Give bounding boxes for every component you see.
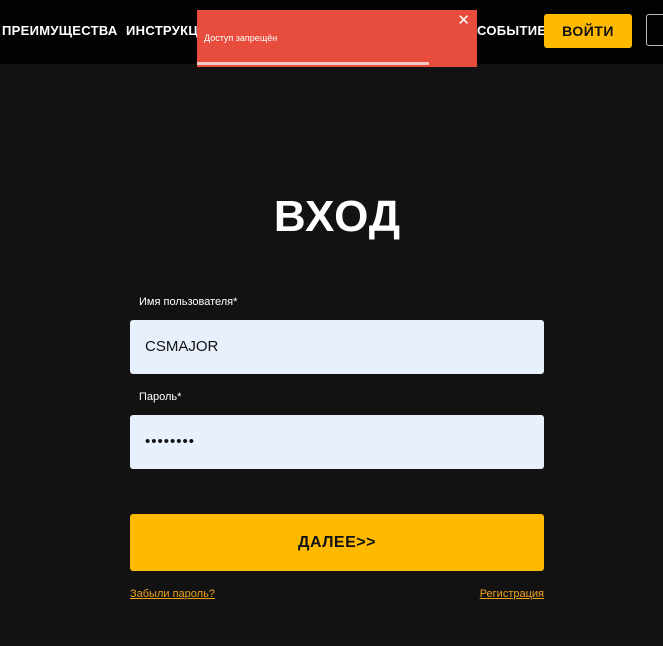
forgot-password-link[interactable]: Забыли пароль?	[130, 588, 215, 600]
login-button[interactable]: ВОЙТИ	[544, 14, 632, 48]
toast-message: Доступ запрещён	[204, 33, 278, 43]
password-field[interactable]	[130, 415, 544, 469]
username-label: Имя пользователя*	[139, 296, 238, 308]
register-link[interactable]: Регистрация	[480, 588, 544, 600]
username-field[interactable]	[130, 320, 544, 374]
toast-progress-bar	[197, 62, 477, 65]
nav-item-advantages[interactable]: ПРЕИМУЩЕСТВА	[2, 23, 118, 38]
close-icon[interactable]: ✕	[457, 13, 470, 29]
password-label: Пароль*	[139, 391, 182, 403]
error-toast: Доступ запрещён ✕	[197, 10, 477, 67]
nav-item-event[interactable]: СОБЫТИЕ	[477, 23, 546, 38]
register-button-partial[interactable]	[646, 14, 663, 46]
next-button[interactable]: ДАЛЕЕ>>	[130, 514, 544, 571]
toast-progress-fill	[197, 62, 430, 65]
page-title: ВХОД	[273, 192, 402, 241]
nav-item-instructions[interactable]: ИНСТРУКЦИЯ	[126, 23, 206, 38]
